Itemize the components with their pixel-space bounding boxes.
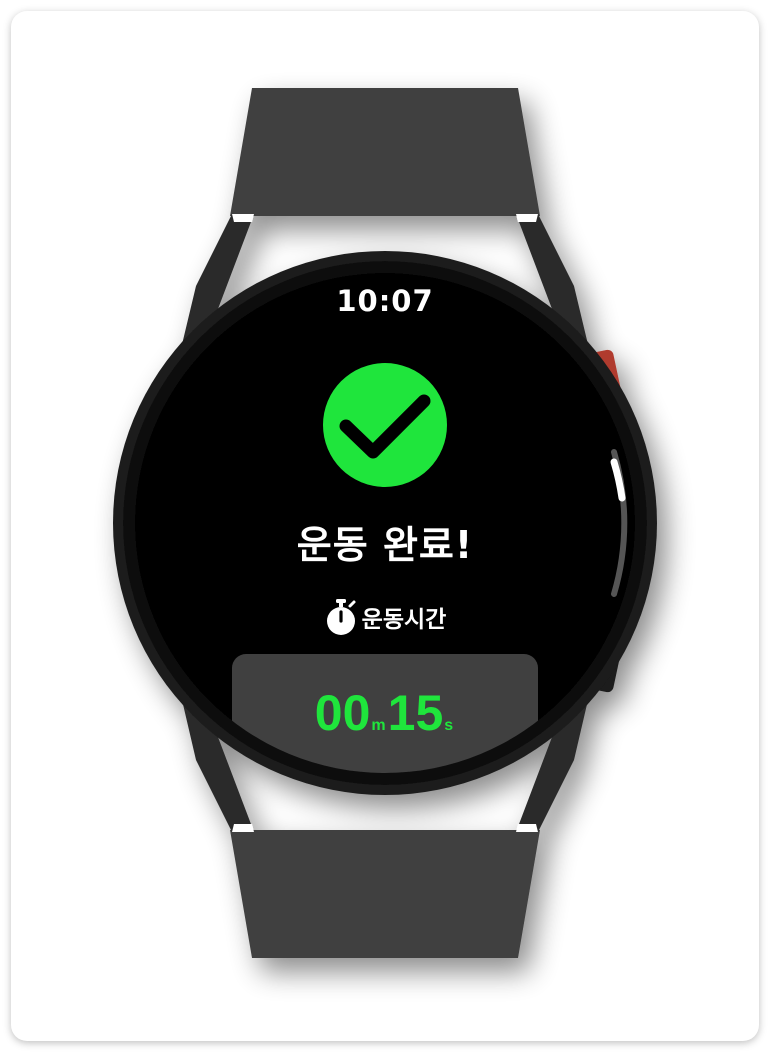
timer-label-row: 운동시간 bbox=[0, 597, 770, 637]
bottom-strap bbox=[230, 830, 540, 958]
top-strap bbox=[230, 88, 540, 216]
timer-label: 운동시간 bbox=[361, 607, 447, 633]
stopwatch-icon bbox=[326, 599, 356, 635]
duration-minutes: 00 bbox=[314, 685, 371, 741]
workout-complete-title: 운동 완료! bbox=[296, 523, 474, 567]
check-circle-icon bbox=[323, 363, 447, 487]
duration-seconds: 15 bbox=[387, 685, 444, 741]
workout-duration: 00m15s bbox=[0, 684, 770, 742]
duration-minutes-unit: m bbox=[371, 717, 386, 734]
status-time: 10:07 bbox=[336, 284, 434, 318]
duration-seconds-unit: s bbox=[444, 717, 454, 734]
